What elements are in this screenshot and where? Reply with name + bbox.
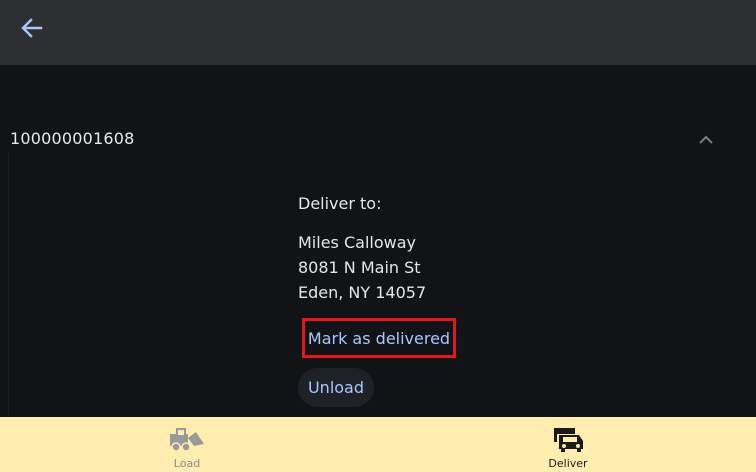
loader-truck-icon [168, 426, 206, 452]
nav-label-deliver: Deliver [548, 457, 588, 470]
nav-item-deliver[interactable]: Deliver [468, 417, 668, 472]
arrow-left-icon [21, 18, 43, 42]
unload-button[interactable]: Unload [298, 368, 374, 407]
order-id: 100000001608 [10, 129, 135, 148]
collapse-button[interactable] [694, 127, 718, 151]
nav-label-load: Load [173, 457, 201, 470]
deliver-to-label: Deliver to: [298, 194, 382, 213]
bottom-navigation: Load Deliver [0, 417, 756, 472]
delivery-vehicle-icon [551, 426, 585, 452]
divider [8, 153, 9, 415]
mark-as-delivered-button[interactable]: Mark as delivered [302, 318, 456, 358]
order-panel: 100000001608 Deliver to: Miles Calloway … [0, 65, 756, 417]
nav-item-load[interactable]: Load [87, 417, 287, 472]
order-header[interactable]: 100000001608 [0, 117, 756, 161]
app-bar [0, 0, 756, 65]
delivery-details: Deliver to: Miles Calloway 8081 N Main S… [298, 193, 598, 305]
back-button[interactable] [14, 14, 50, 46]
address-city: Eden, NY 14057 [298, 283, 427, 302]
chevron-up-icon [698, 130, 714, 149]
address-street: 8081 N Main St [298, 258, 421, 277]
delivery-address: Miles Calloway 8081 N Main St Eden, NY 1… [298, 230, 598, 305]
recipient-name: Miles Calloway [298, 233, 416, 252]
